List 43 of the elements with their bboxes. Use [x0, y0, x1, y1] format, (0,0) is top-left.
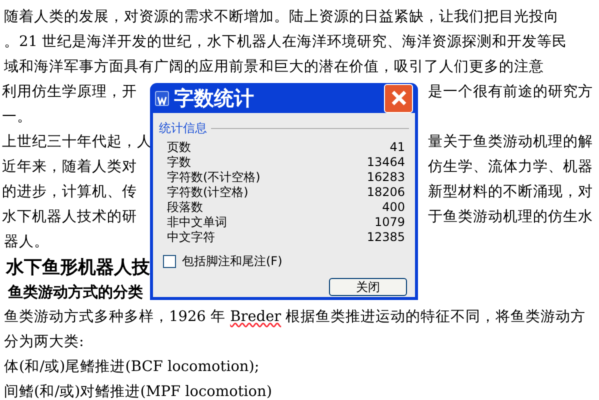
- stat-value: 400: [382, 198, 405, 216]
- body-text: 上世纪三十年代起，人: [2, 135, 152, 150]
- close-button[interactable]: [384, 84, 413, 112]
- app-icon: [155, 90, 169, 106]
- window-title: 字数统计: [174, 85, 255, 112]
- body-text: 域和海洋军事方面具有广阔的应用前景和巨大的潜在价值，吸引了人们更多的注意: [4, 60, 544, 75]
- checkbox-label: 包括脚注和尾注(F): [182, 253, 282, 270]
- body-text: 新型材料的不断涌现，对: [428, 185, 593, 200]
- body-text: 鱼类游动方式多种多样，1926 年 Breder 根据鱼类推进运动的特征不同，将鱼类游动方: [4, 310, 586, 325]
- body-text: 体(和/或)尾鳍推进(BCF locomotion);: [4, 360, 260, 375]
- body-text: 随着人类的发展，对资源的需求不断增加。陆上资源的日益紧缺，让我们把目光投向: [4, 10, 559, 25]
- stat-value: 41: [390, 138, 405, 156]
- body-text: 量关于鱼类游动机理的解: [428, 135, 593, 150]
- section-heading: 水下鱼形机器人技: [6, 258, 150, 276]
- body-text: 一。: [2, 110, 32, 125]
- body-text: 分为两大类:: [4, 335, 84, 350]
- stat-value: 12385: [366, 228, 405, 246]
- subsection-heading: 鱼类游动方式的分类: [8, 285, 143, 300]
- body-text: 间鳍(和/或)对鳍推进(MPF locomotion): [4, 385, 272, 400]
- stat-label: 字符数(计空格): [167, 184, 248, 200]
- close-dialog-button[interactable]: 关闭: [329, 278, 407, 296]
- stat-label: 页数: [167, 138, 191, 156]
- close-icon: [390, 89, 408, 107]
- body-text: 近年来，随着人类对: [2, 160, 137, 175]
- stat-label: 字数: [167, 154, 191, 170]
- group-label: 统计信息: [159, 120, 207, 137]
- checkbox[interactable]: [163, 254, 176, 268]
- stat-label: 非中文单词: [167, 214, 227, 230]
- stat-label: 字符数(不计空格): [167, 168, 260, 186]
- stat-value: 13464: [366, 154, 405, 170]
- body-text: 利用仿生学原理，开: [2, 85, 137, 100]
- body-text: 水下机器人技术的研: [2, 210, 137, 225]
- stat-value: 16283: [366, 168, 405, 186]
- stat-label: 段落数: [167, 198, 203, 216]
- body-text: 。21 世纪是海洋开发的世纪，水下机器人在海洋环境研究、海洋资源探测和开发等民: [4, 35, 568, 50]
- body-text: 是一个很有前途的研究方: [428, 85, 593, 100]
- body-text: 仿生学、流体力学、机器: [428, 160, 593, 175]
- stat-label: 中文字符: [167, 228, 215, 246]
- stat-value: 1079: [374, 214, 405, 230]
- body-text: 的进步，计算机、传: [2, 185, 137, 200]
- stat-value: 18206: [366, 184, 405, 200]
- body-text: 于鱼类游动机理的仿生水: [428, 210, 593, 225]
- body-text: 器人。: [4, 235, 49, 250]
